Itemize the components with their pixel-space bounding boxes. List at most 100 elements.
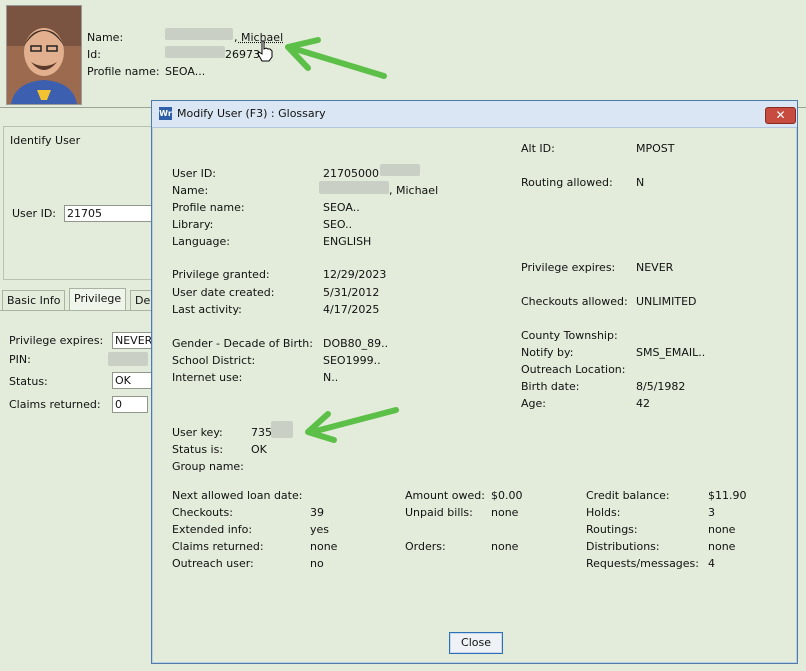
- hand-cursor-icon: [257, 40, 273, 62]
- profile-profile-label: Profile name:: [87, 65, 160, 78]
- language-value: ENGLISH: [323, 235, 372, 248]
- user-date-created-label: User date created:: [172, 286, 275, 299]
- unpaid-bills-label: Unpaid bills:: [405, 506, 473, 519]
- gender-decade-label: Gender - Decade of Birth:: [172, 337, 313, 350]
- annotation-arrow-icon: [285, 37, 387, 79]
- user-date-created-value: 5/31/2012: [323, 286, 380, 299]
- next-loan-date-label: Next allowed loan date:: [172, 489, 303, 502]
- close-icon[interactable]: ✕: [765, 107, 796, 124]
- claims-returned-value: 0: [115, 398, 122, 411]
- app-icon: Wr: [159, 107, 172, 120]
- credit-balance-label: Credit balance:: [586, 489, 670, 502]
- user-id-label: User ID:: [172, 167, 216, 180]
- privilege-expires-input[interactable]: NEVER: [112, 332, 154, 349]
- close-button[interactable]: Close: [449, 632, 503, 654]
- amount-owed-label: Amount owed:: [405, 489, 485, 502]
- extended-info-value: yes: [310, 523, 330, 536]
- routings-label: Routings:: [586, 523, 638, 536]
- profile-name-value: SEOA..: [323, 201, 360, 214]
- birth-date-value: 8/5/1982: [636, 380, 686, 393]
- last-activity-value: 4/17/2025: [323, 303, 380, 316]
- privilege-expires-label: Privilege expires:: [9, 334, 104, 347]
- privilege-granted-label: Privilege granted:: [172, 268, 270, 281]
- modify-user-dialog: Wr Modify User (F3) : Glossary ✕ User ID…: [151, 100, 798, 664]
- last-activity-label: Last activity:: [172, 303, 242, 316]
- redacted-name: [165, 28, 233, 40]
- status-is-value: OK: [251, 443, 267, 456]
- school-district-value: SEO1999..: [323, 354, 381, 367]
- name-label: Name:: [172, 184, 209, 197]
- extended-info-label: Extended info:: [172, 523, 253, 536]
- alt-id-value: MPOST: [636, 142, 675, 155]
- status-value: OK: [115, 374, 131, 387]
- status-is-label: Status is:: [172, 443, 224, 456]
- tab-divider: [0, 310, 151, 311]
- outreach-user-value: no: [310, 557, 324, 570]
- age-value: 42: [636, 397, 650, 410]
- user-id-input-value: 21705: [67, 207, 102, 220]
- tab-basic-info[interactable]: Basic Info: [2, 290, 66, 310]
- privilege-expires-value: NEVER: [115, 334, 153, 347]
- status-input[interactable]: OK: [112, 372, 154, 389]
- claims-returned-value: none: [310, 540, 338, 553]
- birth-date-label: Birth date:: [521, 380, 580, 393]
- user-avatar-photo: [6, 5, 82, 105]
- user-key-value: 735: [251, 426, 272, 439]
- holds-value: 3: [708, 506, 715, 519]
- profile-name-label: Name:: [87, 31, 124, 44]
- internet-use-label: Internet use:: [172, 371, 243, 384]
- profile-profile-value: SEOA...: [165, 65, 206, 78]
- school-district-label: School District:: [172, 354, 256, 367]
- identify-user-heading: Identify User: [10, 134, 81, 147]
- profile-id-value: 26973: [225, 48, 260, 61]
- user-id-value: 21705000: [323, 167, 379, 180]
- requests-messages-value: 4: [708, 557, 715, 570]
- identify-user-group: Identify User User ID: 21705: [3, 126, 156, 280]
- claims-returned-label: Claims returned:: [172, 540, 264, 553]
- orders-label: Orders:: [405, 540, 446, 553]
- routing-allowed-label: Routing allowed:: [521, 176, 613, 189]
- requests-messages-label: Requests/messages:: [586, 557, 699, 570]
- routings-value: none: [708, 523, 736, 536]
- county-township-label: County Township:: [521, 329, 618, 342]
- claims-returned-input[interactable]: 0: [112, 396, 148, 413]
- library-label: Library:: [172, 218, 214, 231]
- privilege-granted-value: 12/29/2023: [323, 268, 387, 281]
- holds-label: Holds:: [586, 506, 621, 519]
- routing-allowed-value: N: [636, 176, 645, 189]
- redacted-user-key: [271, 421, 293, 438]
- user-id-input[interactable]: 21705: [64, 205, 156, 222]
- outreach-location-label: Outreach Location:: [521, 363, 626, 376]
- checkouts-allowed-label: Checkouts allowed:: [521, 295, 628, 308]
- claims-returned-label: Claims returned:: [9, 398, 101, 411]
- notify-by-value: SMS_EMAIL..: [636, 346, 706, 359]
- checkouts-value: 39: [310, 506, 324, 519]
- credit-balance-value: $11.90: [708, 489, 747, 502]
- user-header-panel: Name: , Michael Id: 26973 Profile name: …: [0, 0, 806, 108]
- checkouts-allowed-value: UNLIMITED: [636, 295, 697, 308]
- annotation-arrow-icon: [305, 407, 399, 443]
- tab-privilege[interactable]: Privilege: [69, 288, 127, 310]
- redacted-name: [319, 181, 389, 194]
- pin-label: PIN:: [9, 353, 31, 366]
- user-id-label: User ID:: [12, 207, 56, 220]
- profile-id-label: Id:: [87, 48, 101, 61]
- redacted-id: [165, 46, 225, 58]
- redacted-user-id: [380, 164, 420, 176]
- profile-name-label: Profile name:: [172, 201, 245, 214]
- privilege-expires-label: Privilege expires:: [521, 261, 616, 274]
- language-label: Language:: [172, 235, 230, 248]
- notify-by-label: Notify by:: [521, 346, 574, 359]
- amount-owed-value: $0.00: [491, 489, 523, 502]
- dialog-title: Modify User (F3) : Glossary: [177, 107, 326, 120]
- privilege-expires-value: NEVER: [636, 261, 674, 274]
- orders-value: none: [491, 540, 519, 553]
- unpaid-bills-value: none: [491, 506, 519, 519]
- internet-use-value: N..: [323, 371, 339, 384]
- dialog-titlebar[interactable]: Wr Modify User (F3) : Glossary ✕: [152, 101, 797, 128]
- distributions-value: none: [708, 540, 736, 553]
- user-key-label: User key:: [172, 426, 223, 439]
- gender-decade-value: DOB80_89..: [323, 337, 389, 350]
- checkouts-label: Checkouts:: [172, 506, 233, 519]
- distributions-label: Distributions:: [586, 540, 660, 553]
